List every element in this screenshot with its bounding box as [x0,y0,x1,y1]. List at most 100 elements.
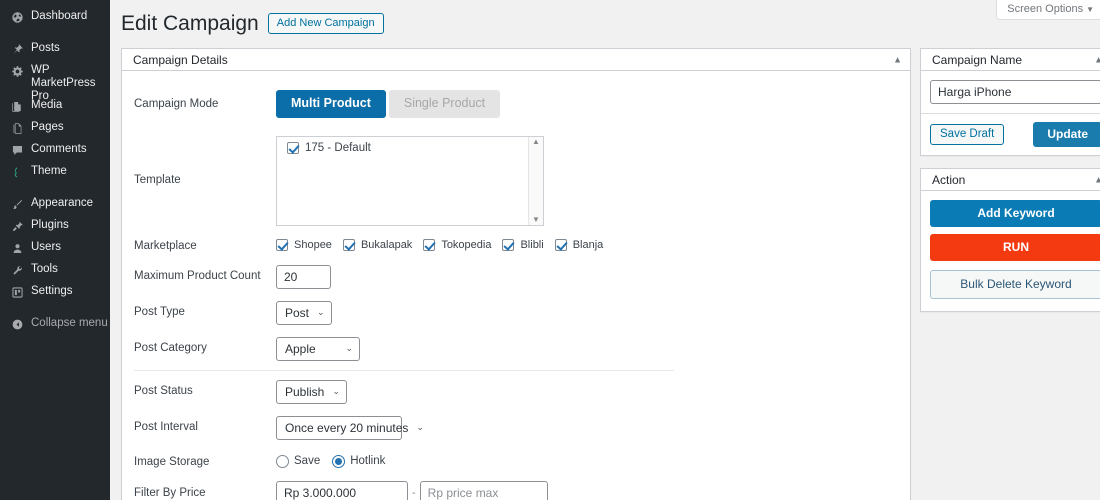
action-header[interactable]: Action ▲ [921,169,1100,191]
checkbox-icon[interactable] [554,238,567,251]
sidebar-item-label: Tools [31,263,58,275]
radio-icon[interactable] [276,454,289,468]
sidebar-item-plugins[interactable]: Plugins [0,215,110,237]
post-interval-select[interactable]: Once every 20 minutes ⌄ [276,415,424,440]
post-status-value: Publish [285,384,325,399]
image-storage-option-save[interactable]: Save [276,454,320,468]
add-keyword-button[interactable]: Add Keyword [930,200,1100,227]
chevron-up-icon[interactable]: ▲ [1094,175,1100,184]
sidebar-item-label: Settings [31,285,73,297]
template-listbox[interactable]: 175 - Default ▲ ▼ [276,135,544,226]
campaign-name-input[interactable] [930,80,1100,104]
checkbox-icon[interactable] [342,238,355,251]
field-campaign-mode: Campaign Mode Multi Product Single Produ… [122,71,910,118]
sidebar-item-tools[interactable]: Tools [0,259,110,281]
sidebar-item-comments[interactable]: Comments [0,139,110,161]
field-label: Image Storage [134,455,210,468]
single-product-button[interactable]: Single Product [388,90,501,118]
sidebar-item-dashboard[interactable]: Dashboard [0,6,110,28]
maximum-product-count-input[interactable] [276,264,331,289]
sidebar-item-settings[interactable]: Settings [0,281,110,303]
panel-title: Campaign Details [133,52,228,67]
submit-actions: Save Draft Update [921,113,1100,155]
marketplace-option-tokopedia[interactable]: Tokopedia [423,238,491,251]
listbox-scrollbar[interactable]: ▲ ▼ [528,136,543,225]
sidebar-item-label: Theme [31,165,67,177]
template-option[interactable]: 175 - Default [277,137,543,154]
chevron-down-icon: ⌄ [416,422,424,432]
add-new-campaign-button[interactable]: Add New Campaign [267,13,384,35]
sidebar-separator [0,28,110,38]
chevron-up-icon[interactable]: ▲ [1094,55,1100,64]
post-type-select[interactable]: Post ⌄ [276,300,332,325]
campaign-name-header[interactable]: Campaign Name ▲ [921,49,1100,71]
marketplace-options: Shopee Bukalapak Tokopedia Blibli Blanja [276,237,910,251]
checkbox-icon[interactable] [423,238,436,251]
image-storage-option-hotlink[interactable]: Hotlink [332,454,385,468]
pages-icon [9,117,26,139]
field-label: Maximum Product Count [134,269,261,282]
action-panel: Action ▲ Add Keyword RUN Bulk Delete Key… [920,168,1100,312]
field-label: Post Type [134,305,185,318]
save-draft-button[interactable]: Save Draft [930,124,1005,145]
marketplace-label: Bukalapak [360,238,413,251]
field-label: Post Status [134,384,193,397]
sidebar-item-wp-marketpress-pro[interactable]: WP MarketPress Pro [0,60,110,102]
filter-price-max-input[interactable] [419,480,548,500]
sidebar-item-label: Pages [31,121,64,133]
scroll-down-icon[interactable]: ▼ [532,215,540,225]
checkbox-icon[interactable] [276,238,288,251]
field-label: Campaign Mode [134,98,219,110]
image-storage-options: Save Hotlink [276,452,910,468]
bulk-delete-keyword-button[interactable]: Bulk Delete Keyword [930,270,1100,299]
campaign-details-header[interactable]: Campaign Details ▲ [122,49,910,71]
action-body: Add Keyword RUN Bulk Delete Keyword [921,191,1100,311]
panel-title: Action [932,172,966,187]
chevron-up-icon[interactable]: ▲ [893,55,902,64]
scroll-up-icon[interactable]: ▲ [532,137,540,147]
sidebar-item-theme[interactable]: Theme [0,161,110,183]
update-button[interactable]: Update [1033,122,1100,147]
sidebar-item-label: Media [31,99,63,111]
sidebar-item-appearance[interactable]: Appearance [0,193,110,215]
run-button[interactable]: RUN [930,234,1100,261]
filter-price-min-input[interactable] [276,480,408,500]
screen-options-tab[interactable]: Screen Options ▼ [996,0,1100,20]
pin-icon [9,38,26,60]
campaign-name-panel: Campaign Name ▲ Save Draft Update [920,48,1100,156]
checkbox-icon[interactable] [287,141,299,154]
marketplace-label: Blibli [520,238,544,251]
marketplace-option-shopee[interactable]: Shopee [276,238,332,251]
screen-meta-links: Screen Options ▼ [996,0,1100,20]
sidebar-item-label: Dashboard [31,10,88,22]
sidebar-item-users[interactable]: Users [0,237,110,259]
sidebar-item-label: Comments [31,143,87,155]
multi-product-button[interactable]: Multi Product [276,90,386,118]
dashboard-icon [9,6,26,28]
chevron-down-icon: ⌄ [317,307,325,317]
campaign-details-panel: Campaign Details ▲ Campaign Mode Multi P… [121,48,911,500]
user-icon [9,237,26,259]
checkbox-icon[interactable] [502,238,515,251]
post-category-select[interactable]: Apple ⌄ [276,336,360,361]
campaign-name-body [921,71,1100,104]
chevron-down-icon: ⌄ [332,386,340,396]
sidebar-item-pages[interactable]: Pages [0,117,110,139]
sidebar-item-posts[interactable]: Posts [0,38,110,60]
marketplace-label: Blanja [572,238,604,251]
comment-icon [9,139,26,161]
marketplace-option-blanja[interactable]: Blanja [554,238,604,251]
sidebar-item-label: Plugins [31,219,69,231]
marketplace-option-bukalapak[interactable]: Bukalapak [342,238,413,251]
post-status-select[interactable]: Publish ⌄ [276,379,347,404]
chevron-down-icon: ⌄ [345,343,353,353]
sidebar-item-label: Appearance [31,197,94,209]
marketplace-option-blibli[interactable]: Blibli [502,238,544,251]
gear-icon [9,60,26,82]
field-post-type: Post Type Post ⌄ [122,289,910,325]
section-divider [134,369,674,371]
panel-title: Campaign Name [932,52,1023,67]
sidebar-item-collapse-menu[interactable]: Collapse menu [0,313,110,335]
radio-icon[interactable] [332,454,346,468]
field-label: Filter By Price [134,486,206,499]
